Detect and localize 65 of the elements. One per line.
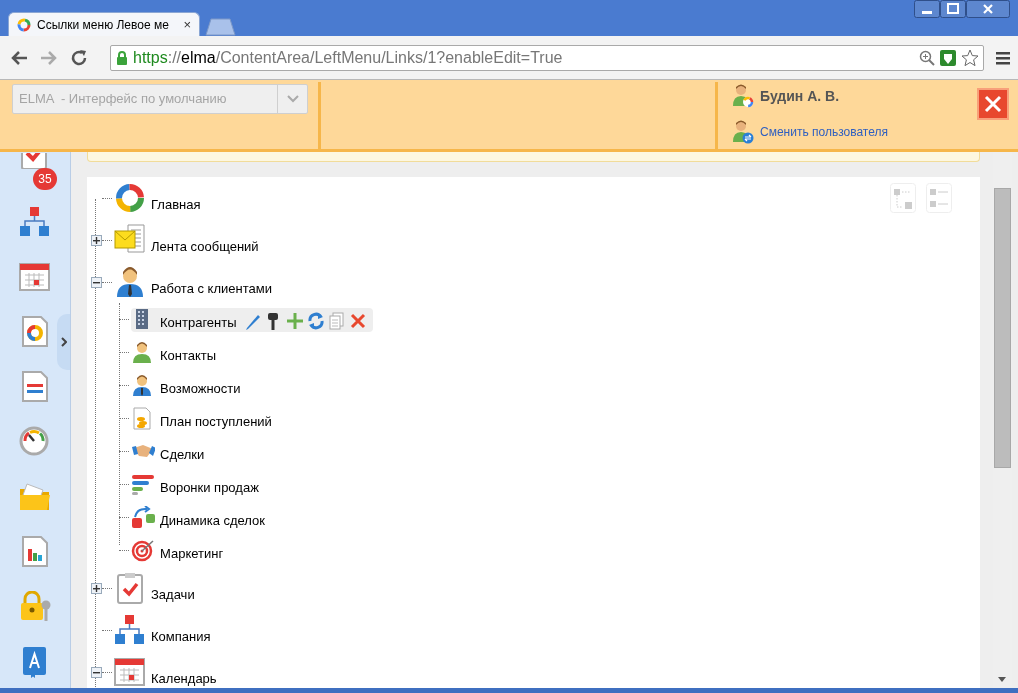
- tree-item[interactable]: Возможности: [131, 373, 247, 398]
- browser-tab[interactable]: Ссылки меню Левое ме ×: [8, 12, 200, 36]
- url-text: https://elma/ContentArea/LeftMenu/Links/1?enableEdit=True: [133, 47, 563, 68]
- new-tab-icon[interactable]: [204, 18, 236, 36]
- maximize-icon[interactable]: [940, 0, 966, 18]
- sidebar-expand-handle[interactable]: [57, 314, 70, 370]
- tree-item[interactable]: Компания: [114, 614, 217, 646]
- tree-item[interactable]: План поступлений: [131, 406, 278, 431]
- tree-item[interactable]: Сделки: [131, 439, 211, 464]
- ring-logo-icon: [17, 17, 31, 32]
- org-chart-icon: [114, 614, 146, 646]
- tree-item[interactable]: Контакты: [131, 340, 223, 365]
- tab-title: Ссылки меню Левое ме: [37, 16, 169, 34]
- collapse-toggle[interactable]: [91, 666, 102, 678]
- org-chart-icon[interactable]: [19, 206, 51, 238]
- tree-item[interactable]: Воронки продаж: [131, 472, 265, 497]
- expand-toggle[interactable]: [91, 234, 102, 246]
- scrollbar-thumb[interactable]: [994, 188, 1011, 468]
- delete-icon[interactable]: [348, 311, 367, 330]
- user-icon: [732, 84, 754, 108]
- chevron-down-icon: [286, 95, 299, 103]
- tree-item[interactable]: Календарь: [114, 656, 223, 688]
- lock-icon: [115, 49, 129, 66]
- envelope-document-icon: [114, 224, 146, 256]
- collapse-toggle[interactable]: [91, 276, 102, 288]
- reload-icon[interactable]: [70, 48, 88, 67]
- tree-item[interactable]: Задачи: [114, 572, 201, 604]
- chevron-right-icon: [61, 337, 67, 347]
- chart-document-icon[interactable]: [19, 536, 51, 568]
- switch-user-icon: [732, 120, 754, 144]
- zoom-icon[interactable]: [919, 49, 935, 66]
- ring-document-icon[interactable]: [19, 316, 51, 348]
- tree-item[interactable]: Главная: [114, 182, 207, 214]
- shield-extension-icon[interactable]: [939, 48, 957, 67]
- scroll-down-arrow-icon[interactable]: [998, 677, 1006, 682]
- dynamics-icon: [131, 505, 155, 530]
- tree-item[interactable]: Лента сообщений: [114, 224, 265, 256]
- plus-icon: [93, 236, 100, 244]
- close-button[interactable]: [977, 88, 1009, 120]
- target-icon: [131, 538, 155, 563]
- ring-logo-icon: [114, 182, 146, 214]
- plus-icon: [93, 584, 100, 592]
- close-icon[interactable]: [966, 0, 1010, 18]
- task-count-badge: 35: [33, 168, 57, 190]
- user-name: Будин А. В.: [760, 86, 840, 106]
- gauge-icon[interactable]: [19, 426, 51, 458]
- close-icon: [984, 95, 1002, 113]
- clipboard-check-icon: [114, 572, 146, 604]
- calendar-icon[interactable]: [19, 261, 51, 293]
- refresh-icon[interactable]: [306, 311, 325, 330]
- expand-toggle[interactable]: [91, 582, 102, 594]
- back-arrow-icon[interactable]: [10, 49, 28, 66]
- star-icon[interactable]: [961, 48, 979, 67]
- address-bar[interactable]: https://elma/ContentArea/LeftMenu/Links/1?enableEdit=True: [110, 44, 984, 71]
- funnel-bars-icon: [131, 472, 155, 497]
- tree-item[interactable]: Динамика сделок: [131, 505, 272, 530]
- tree-item[interactable]: Контрагенты: [131, 307, 373, 332]
- menu-icon[interactable]: [996, 50, 1010, 65]
- tab-close-button[interactable]: ×: [183, 18, 191, 31]
- person-icon: [114, 266, 146, 298]
- switch-user-link[interactable]: Сменить пользователя: [760, 123, 888, 141]
- tree-item[interactable]: Маркетинг: [131, 538, 230, 563]
- bars-document-icon[interactable]: [19, 371, 51, 403]
- minimize-icon[interactable]: [914, 0, 940, 18]
- tree-item[interactable]: Работа с клиентами: [114, 266, 278, 298]
